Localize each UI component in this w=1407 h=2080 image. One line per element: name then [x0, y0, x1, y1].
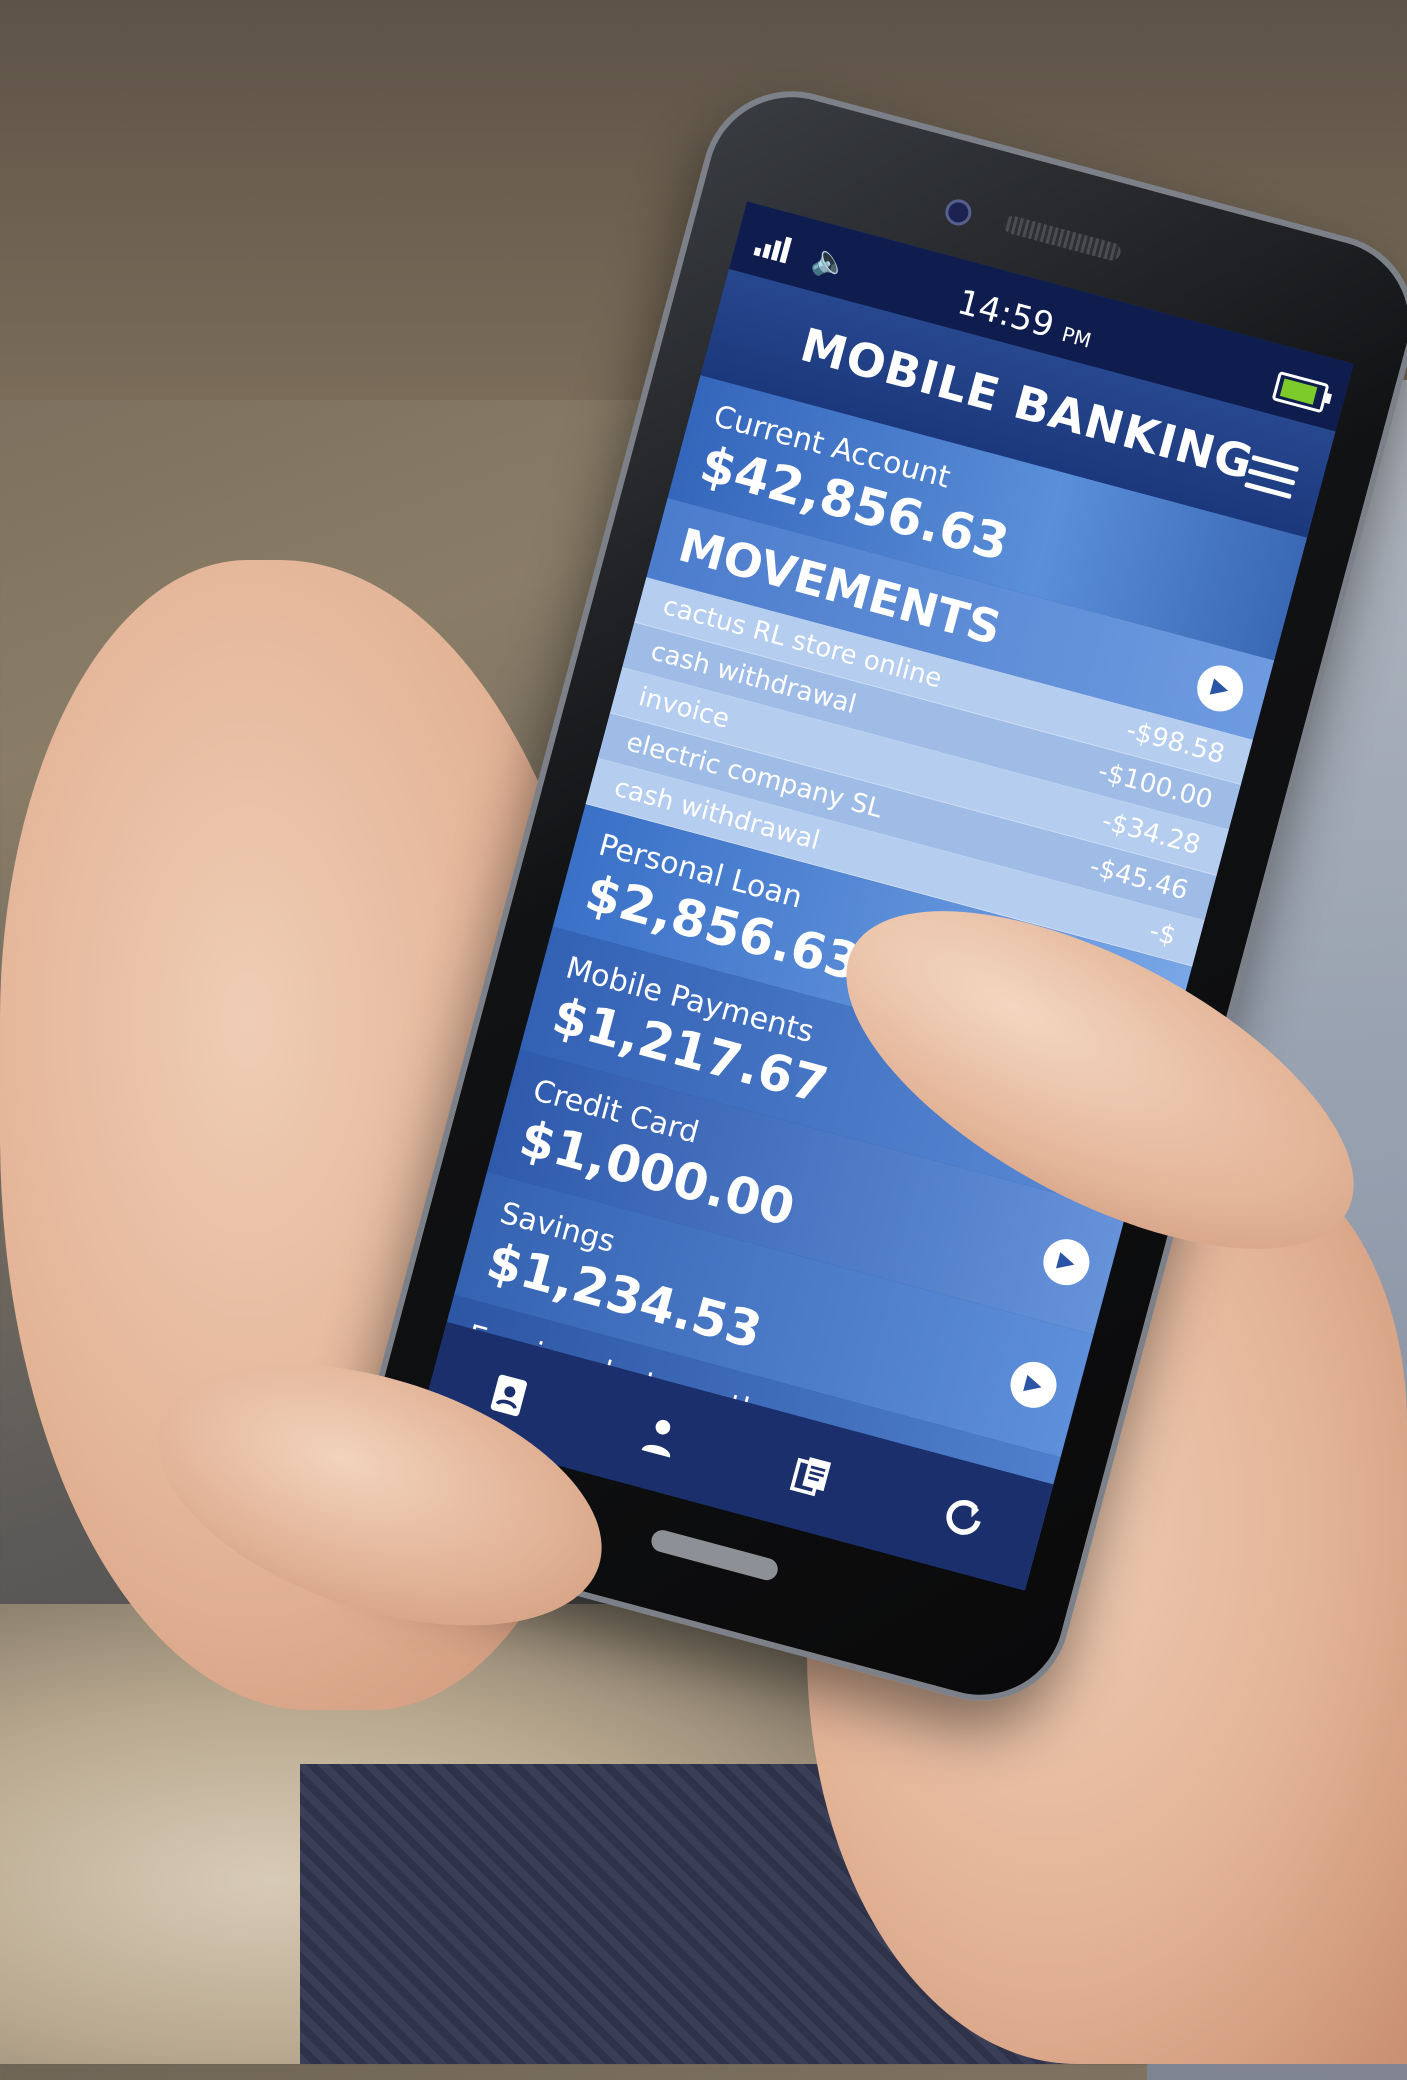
hamburger-menu-icon[interactable] — [1242, 454, 1300, 508]
documents-icon[interactable] — [781, 1446, 842, 1507]
person-icon[interactable] — [629, 1405, 690, 1466]
home-button[interactable] — [648, 1527, 781, 1583]
volume-icon: 🔈 — [808, 240, 854, 285]
signal-icon — [753, 230, 793, 264]
movement-amount: -$ — [1146, 916, 1180, 952]
front-camera — [942, 196, 975, 229]
refresh-icon[interactable] — [933, 1487, 994, 1548]
time-suffix: PM — [1059, 321, 1094, 353]
battery-icon — [1271, 370, 1330, 414]
earpiece-speaker — [1001, 213, 1123, 263]
